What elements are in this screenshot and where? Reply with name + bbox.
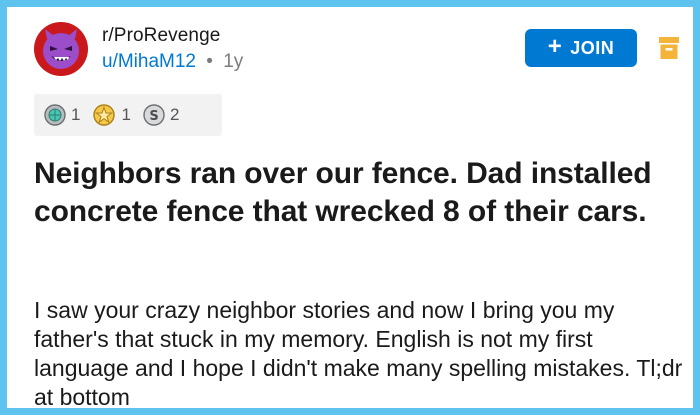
award-count: 2	[169, 105, 180, 124]
post-card: r/ProRevenge u/MihaM12 • 1y + JOIN 1 1 S…	[0, 0, 700, 415]
globe-award-icon	[44, 104, 66, 126]
award-count: 1	[71, 105, 81, 124]
plus-icon: +	[547, 33, 563, 60]
award-silver[interactable]: S 2	[143, 104, 179, 126]
award-star[interactable]: 1	[92, 103, 131, 127]
post-title[interactable]: Neighbors ran over our fence. Dad instal…	[34, 155, 684, 231]
subreddit-avatar[interactable]	[34, 22, 88, 76]
archive-icon	[659, 37, 679, 59]
author-link[interactable]: u/MihaM12	[102, 51, 196, 72]
devil-snoo-icon	[43, 29, 79, 69]
post-meta: u/MihaM12 • 1y	[102, 51, 243, 73]
subreddit-name[interactable]: r/ProRevenge	[102, 25, 220, 47]
svg-text:S: S	[149, 109, 158, 124]
award-count: 1	[121, 105, 131, 124]
star-award-icon	[93, 104, 116, 126]
meta-separator: •	[206, 51, 213, 72]
post-body: I saw your crazy neighbor stories and no…	[34, 297, 683, 410]
awards-bar[interactable]: 1 1 S 2	[34, 94, 222, 136]
join-label: JOIN	[570, 37, 615, 58]
award-globe[interactable]: 1	[44, 104, 80, 126]
silver-award-icon: S	[143, 104, 165, 126]
post-age: 1y	[223, 51, 244, 72]
join-button[interactable]: + JOIN	[525, 29, 637, 67]
